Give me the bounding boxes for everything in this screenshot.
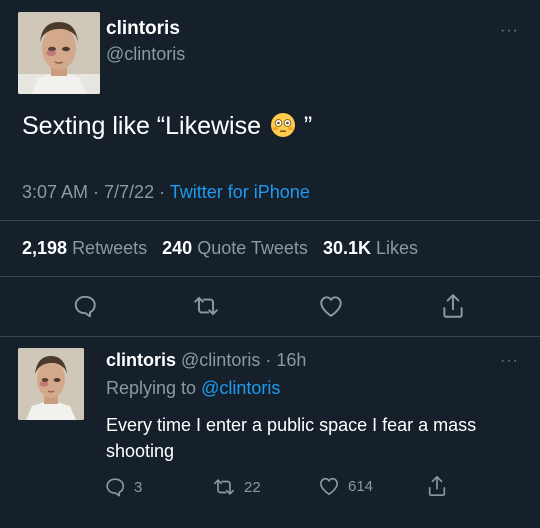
reply-reply-action[interactable]: 3	[104, 476, 142, 498]
like-count: 614	[348, 477, 374, 495]
retweets-count: 2,198	[22, 238, 68, 258]
author-handle[interactable]: @clintoris	[106, 44, 185, 65]
replying-to: Replying to @clintoris	[106, 378, 280, 399]
retweet-icon	[212, 476, 236, 498]
tweet-text-close-quote: ”	[303, 112, 313, 140]
likes-label: Likes	[376, 238, 419, 258]
author-avatar[interactable]	[18, 12, 100, 94]
reply-author-avatar[interactable]	[18, 348, 84, 420]
retweet-icon[interactable]	[192, 293, 220, 319]
like-icon[interactable]	[318, 294, 344, 318]
flushed-face-emoji-icon	[270, 112, 296, 138]
likes-count: 30.1K	[322, 238, 371, 258]
tweet-source-link[interactable]: Twitter for iPhone	[170, 182, 310, 202]
reply-author-handle[interactable]: @clintoris	[181, 350, 260, 370]
reply-age[interactable]: · 16h	[265, 350, 306, 370]
reply-text: Every time I enter a public space I fear…	[106, 415, 477, 461]
more-options-icon[interactable]: ···	[500, 22, 519, 40]
replying-to-label: Replying to	[106, 378, 202, 398]
tweet-stats: 2,198 Retweets 240 Quote Tweets 30.1K Li…	[22, 238, 418, 259]
like-icon	[318, 476, 340, 496]
reply-count: 3	[134, 478, 143, 496]
reply-more-options-icon[interactable]: ···	[500, 352, 519, 370]
reply-icon	[104, 476, 126, 498]
tweet-timestamp[interactable]: 3:07 AM · 7/7/22 ·	[22, 182, 170, 202]
quotes-label: Quote Tweets	[197, 238, 308, 258]
retweet-count: 22	[244, 478, 261, 496]
replying-to-mention[interactable]: @clintoris	[201, 378, 280, 398]
reply-header: clintoris @clintoris · 16h	[106, 350, 306, 371]
retweets-label: Retweets	[72, 238, 148, 258]
tweet-text-main: Sexting like “Likewise	[22, 112, 261, 140]
share-icon[interactable]	[440, 292, 466, 320]
divider	[0, 276, 540, 277]
divider	[0, 220, 540, 221]
quote-tweets-stat[interactable]: 240 Quote Tweets	[162, 238, 308, 258]
quotes-count: 240	[162, 238, 193, 258]
tweet-text: Sexting like “Likewise ”	[22, 112, 312, 141]
reply-retweet-action[interactable]: 22	[212, 476, 261, 498]
reply-author-name[interactable]: clintoris	[106, 350, 176, 370]
retweets-stat[interactable]: 2,198 Retweets	[22, 238, 147, 258]
share-icon	[426, 474, 448, 498]
tweet-meta: 3:07 AM · 7/7/22 · Twitter for iPhone	[22, 182, 310, 203]
reply-share-action[interactable]	[426, 474, 448, 498]
author-name[interactable]: clintoris	[106, 18, 180, 40]
divider	[0, 336, 540, 337]
likes-stat[interactable]: 30.1K Likes	[323, 238, 418, 258]
reply-icon[interactable]	[72, 293, 98, 319]
reply-like-action[interactable]: 614	[318, 476, 373, 496]
